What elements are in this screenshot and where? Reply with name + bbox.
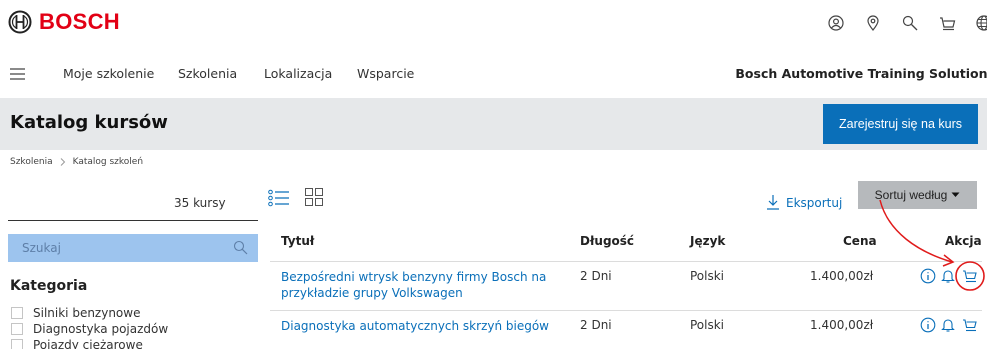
column-header-title[interactable]: Tytuł — [281, 234, 314, 248]
category-label: Pojazdy ciężarowe — [33, 338, 143, 349]
globe-icon[interactable] — [974, 13, 987, 33]
nav-item-szkolenia[interactable]: Szkolenia — [178, 66, 237, 81]
page-title: Katalog kursów — [10, 112, 168, 133]
sidebar-divider — [8, 220, 258, 221]
grid-view-icon[interactable] — [305, 188, 323, 206]
search-icon[interactable] — [900, 13, 920, 33]
category-label: Silniki benzynowe — [33, 306, 141, 320]
course-count: 35 kursy — [174, 196, 226, 210]
course-length: 2 Dni — [580, 318, 612, 332]
nav-item-lokalizacja[interactable]: Lokalizacja — [264, 66, 332, 81]
chevron-down-icon — [951, 192, 960, 197]
column-header-length[interactable]: Długość — [580, 234, 634, 248]
info-icon[interactable] — [920, 317, 936, 333]
category-checkbox[interactable] — [11, 339, 23, 349]
course-length: 2 Dni — [580, 269, 612, 283]
info-icon[interactable] — [920, 268, 936, 284]
breadcrumb-item-szkolenia[interactable]: Szkolenia — [10, 157, 53, 167]
search-input[interactable]: Szukaj — [8, 234, 258, 262]
add-to-cart-icon[interactable] — [962, 317, 978, 333]
hamburger-menu-icon[interactable] — [10, 68, 25, 80]
column-header-language[interactable]: Język — [690, 234, 725, 248]
course-title-link[interactable]: Bezpośredni wtrysk benzyny firmy Bosch n… — [281, 269, 561, 301]
nav-brand-label[interactable]: Bosch Automotive Training Solutions — [735, 66, 987, 81]
category-heading: Kategoria — [10, 278, 88, 294]
category-checkbox[interactable] — [11, 307, 23, 319]
download-icon — [767, 195, 779, 210]
logo-text: BOSCH — [39, 9, 120, 34]
category-label: Diagnostyka pojazdów — [33, 322, 169, 336]
search-placeholder: Szukaj — [22, 241, 61, 255]
register-course-button[interactable]: Zarejestruj się na kurs — [823, 104, 978, 144]
sort-label: Sortuj według — [874, 188, 948, 202]
notification-bell-icon[interactable] — [940, 268, 956, 284]
table-row-divider — [270, 261, 982, 262]
main-navigation: Moje szkolenie Szkolenia Lokalizacja Wsp… — [0, 62, 987, 90]
nav-item-moje-szkolenie[interactable]: Moje szkolenie — [63, 66, 154, 81]
location-pin-icon[interactable] — [863, 13, 883, 33]
course-title-link[interactable]: Diagnostyka automatycznych skrzyń biegów — [281, 318, 581, 334]
add-to-cart-icon[interactable] — [962, 268, 978, 284]
column-header-price[interactable]: Cena — [843, 234, 877, 248]
bosch-armature-icon — [8, 10, 32, 34]
search-icon[interactable] — [233, 240, 248, 255]
course-price: 1.400,00zł — [810, 318, 874, 332]
sort-dropdown[interactable]: Sortuj według — [858, 181, 977, 209]
top-header: BOSCH — [0, 0, 987, 46]
course-language: Polski — [690, 318, 725, 332]
export-label: Eksportuj — [786, 196, 843, 210]
notification-bell-icon[interactable] — [940, 317, 956, 333]
course-price: 1.400,00zł — [810, 269, 874, 283]
nav-item-wsparcie[interactable]: Wsparcie — [357, 66, 414, 81]
course-language: Polski — [690, 269, 725, 283]
table-row-divider — [270, 310, 982, 311]
category-item[interactable]: Pojazdy ciężarowe — [11, 338, 143, 349]
annotation-arrow-icon — [879, 199, 953, 263]
column-header-action: Akcja — [945, 234, 982, 248]
category-item[interactable]: Silniki benzynowe — [11, 306, 140, 320]
breadcrumb: Szkolenia Katalog szkoleń — [10, 157, 143, 167]
bosch-logo[interactable]: BOSCH — [8, 9, 120, 35]
category-item[interactable]: Diagnostyka pojazdów — [11, 322, 168, 336]
cart-icon[interactable] — [937, 13, 957, 33]
breadcrumb-item-katalog[interactable]: Katalog szkoleń — [73, 157, 143, 167]
category-checkbox[interactable] — [11, 323, 23, 335]
account-icon[interactable] — [826, 13, 846, 33]
export-button[interactable]: Eksportuj — [766, 194, 842, 210]
list-view-icon[interactable] — [268, 188, 290, 208]
chevron-right-icon — [60, 158, 65, 166]
